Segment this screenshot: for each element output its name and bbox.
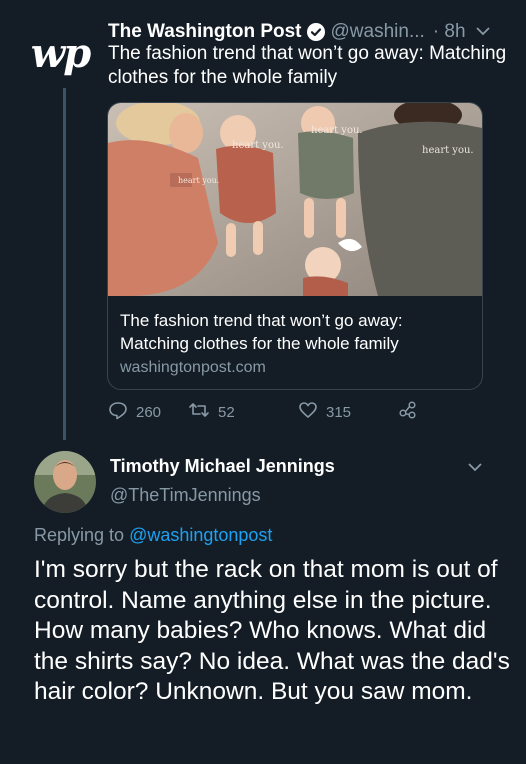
card-image: heart you. heart you. heart you. heart y… <box>108 103 482 296</box>
like-icon <box>298 400 326 424</box>
shirt-label: heart you. <box>178 176 219 185</box>
reply-author-name[interactable]: Timothy Michael Jennings <box>110 456 335 477</box>
replying-mention-link[interactable]: @washingtonpost <box>129 525 272 545</box>
reply-text: I'm sorry but the rack on that mom is ou… <box>34 556 510 705</box>
shirt-label: heart you. <box>422 145 474 156</box>
verified-icon <box>306 23 325 41</box>
replying-prefix: Replying to <box>34 525 125 545</box>
retweet-icon <box>188 400 218 424</box>
card-domain: washingtonpost.com <box>120 359 266 376</box>
reply-author-handle[interactable]: @TheTimJennings <box>110 485 261 506</box>
reply-button[interactable]: 260 <box>108 400 161 424</box>
wp-logo-icon-graphic: wp <box>31 30 93 77</box>
like-button[interactable]: 315 <box>298 400 351 424</box>
card-title: The fashion trend that won’t go away: Ma… <box>120 311 403 353</box>
chevron-down-icon[interactable] <box>466 458 484 481</box>
replying-to: Replying to @washingtonpost <box>34 525 272 546</box>
tweet-time[interactable]: · 8h <box>433 21 466 43</box>
retweet-button[interactable]: 52 <box>188 400 235 424</box>
retweet-count: 52 <box>218 403 235 421</box>
share-icon <box>398 400 426 424</box>
thread-line <box>63 88 66 440</box>
shirt-label: heart you. <box>311 125 363 136</box>
author-name[interactable]: The Washington Post <box>108 21 302 43</box>
reply-count: 260 <box>136 403 162 421</box>
avatar[interactable] <box>34 451 96 513</box>
link-card[interactable]: heart you. heart you. heart you. heart y… <box>107 102 483 390</box>
author-handle[interactable]: @washin... <box>331 21 425 43</box>
tweet-actions: 260 52 315 <box>108 400 438 422</box>
tweet-text: The fashion trend that won’t go away: Ma… <box>108 43 507 88</box>
share-button[interactable] <box>398 400 426 424</box>
shirt-label: heart you. <box>232 140 284 151</box>
wp-logo-icon[interactable]: wp <box>24 22 96 82</box>
svg-text:wp: wp <box>31 30 91 77</box>
reply-icon <box>108 400 136 424</box>
like-count: 315 <box>326 403 352 421</box>
